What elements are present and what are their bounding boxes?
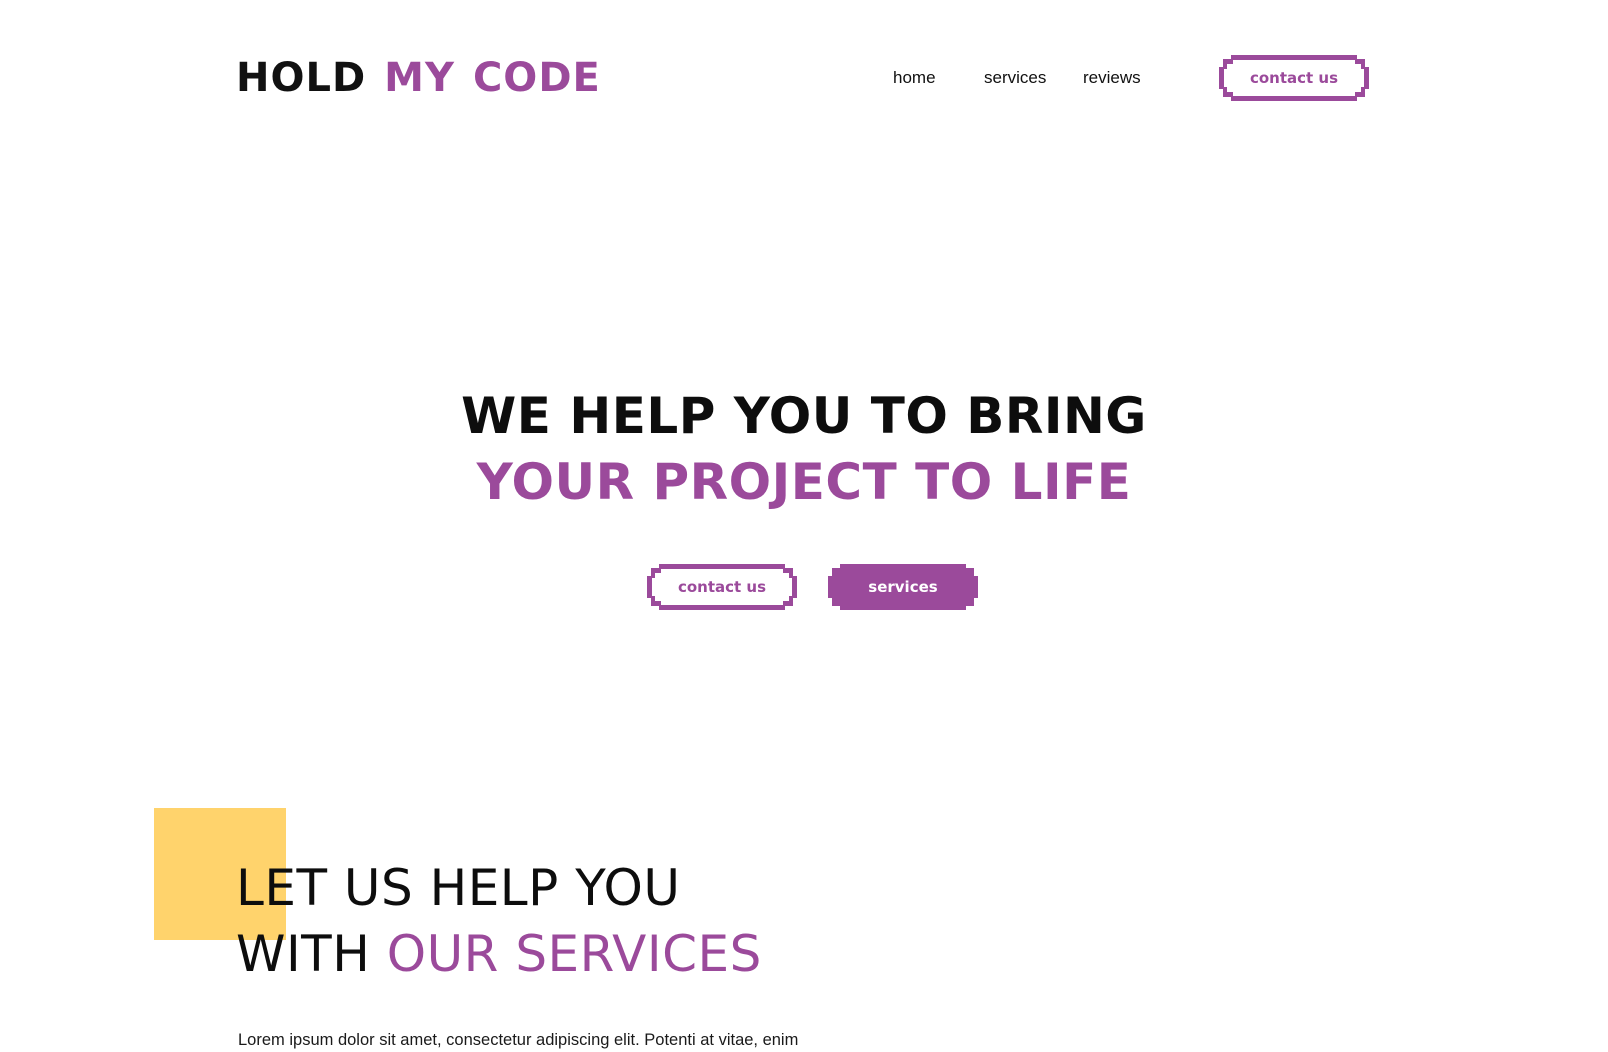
hero-headline-line1: WE HELP YOU TO BRING: [461, 387, 1147, 445]
services-title-line2-plain: WITH: [236, 925, 371, 983]
nav-link-home[interactable]: home: [893, 66, 936, 90]
hero-services-button[interactable]: services: [828, 564, 978, 610]
nav-link-services[interactable]: services: [984, 66, 1046, 90]
nav-link-reviews[interactable]: reviews: [1083, 66, 1141, 90]
services-title-line1: LET US HELP YOU: [236, 859, 681, 917]
services-section-title: LET US HELP YOU WITH OUR SERVICES: [236, 855, 762, 987]
header-contact-button[interactable]: contact us: [1219, 55, 1369, 101]
hero-contact-button[interactable]: contact us: [647, 564, 797, 610]
hero-contact-label: contact us: [677, 578, 767, 596]
services-title-line2-accent: OUR SERVICES: [386, 925, 762, 983]
hero-headline-line2: YOUR PROJECT TO LIFE: [476, 453, 1132, 511]
header-contact-label: contact us: [1249, 69, 1339, 87]
hero-services-label: services: [868, 578, 938, 596]
hero-headline: WE HELP YOU TO BRING YOUR PROJECT TO LIF…: [0, 383, 1608, 515]
services-intro-text: Lorem ipsum dolor sit amet, consectetur …: [238, 1031, 799, 1049]
